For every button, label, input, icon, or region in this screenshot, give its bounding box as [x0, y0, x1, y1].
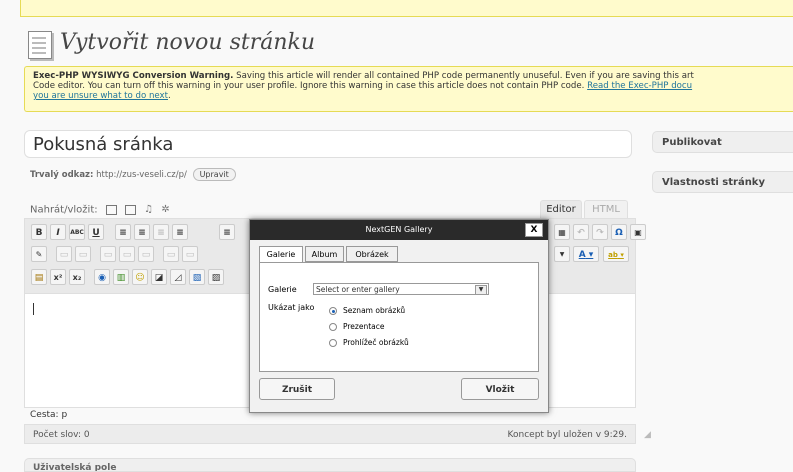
add-image-icon[interactable] — [105, 204, 117, 215]
numbered-list-button[interactable]: ≡ — [134, 224, 150, 240]
emoticon-icon[interactable]: ☺ — [132, 269, 148, 285]
text-caret — [33, 303, 34, 315]
close-button[interactable]: X — [525, 223, 543, 237]
option-slideshow-label: Prezentace — [343, 322, 385, 331]
fullscreen-icon[interactable]: ▣ — [630, 224, 646, 240]
radio-slideshow[interactable] — [329, 323, 337, 331]
option-image-list-label: Seznam obrázků — [343, 306, 406, 315]
font-color-label: A — [578, 250, 586, 260]
dim-button-2[interactable]: ▭ — [75, 246, 91, 262]
nextgen-icon[interactable]: ▨ — [208, 269, 224, 285]
page-title: Vytvořit novou stránku — [60, 30, 316, 55]
gallery-icon[interactable]: ▥ — [113, 269, 129, 285]
radio-image-list[interactable] — [329, 307, 337, 315]
draft-saved-status: Koncept byl uložen v 9:29. — [507, 430, 627, 440]
dim-button-4[interactable]: ▭ — [119, 246, 135, 262]
chevron-down-icon[interactable]: ▼ — [475, 285, 487, 295]
warning-text-1: Saving this article will render all cont… — [233, 71, 694, 81]
warning-strong: Exec-PHP WYSIWYG Conversion Warning. — [33, 71, 234, 81]
upload-insert-label: Nahrát/vložit: — [30, 204, 98, 216]
underline-button[interactable]: U — [88, 224, 104, 240]
add-audio-icon[interactable]: ♫ — [144, 204, 153, 215]
post-title-input[interactable]: Pokusná sránka — [24, 130, 632, 158]
redo-icon[interactable]: ↷ — [592, 224, 608, 240]
cancel-button[interactable]: Zrušit — [259, 378, 335, 400]
gallery-select[interactable]: Select or enter gallery ▼ — [313, 283, 489, 295]
warning-tail: . — [168, 91, 171, 101]
gallery-select-value: Select or enter gallery — [316, 285, 400, 294]
resize-grip-icon[interactable]: ◢ — [644, 430, 654, 440]
insert-button[interactable]: Vložit — [461, 378, 539, 400]
font-color-button[interactable]: A ▾ — [573, 246, 599, 262]
tab-obrazek[interactable]: Obrázek — [346, 246, 398, 262]
dim-button-1[interactable]: ▭ — [56, 246, 72, 262]
page-icon — [28, 31, 52, 59]
show-as-label: Ukázat jako — [268, 303, 315, 312]
dim-button-3[interactable]: ▭ — [100, 246, 116, 262]
add-video-icon[interactable] — [124, 204, 136, 215]
tab-html[interactable]: HTML — [584, 200, 628, 219]
undo-icon[interactable]: ↶ — [573, 224, 589, 240]
dim-button-5[interactable]: ▭ — [138, 246, 154, 262]
option-image-browser-label: Prohlížeč obrázků — [343, 338, 409, 347]
dim-button-6[interactable]: ▭ — [163, 246, 179, 262]
paste-word-icon[interactable]: ▤ — [31, 269, 47, 285]
what-to-do-link[interactable]: you are unsure what to do next — [33, 91, 168, 101]
help-icon[interactable]: ◉ — [94, 269, 110, 285]
media-icon[interactable]: ◪ — [151, 269, 167, 285]
warning-text-2: Code editor. You can turn off this warni… — [33, 81, 588, 91]
permalink-row: Trvalý odkaz: http://zus-veseli.cz/p/ Up… — [30, 168, 236, 181]
background-color-button[interactable]: ab ▾ — [603, 246, 629, 262]
eraser-icon[interactable]: ◿ — [170, 269, 186, 285]
add-media-icon[interactable]: ✲ — [161, 204, 169, 215]
permalink-label: Trvalý odkaz: — [30, 170, 94, 180]
permalink-url: http://zus-veseli.cz/p/ — [96, 170, 187, 180]
bold-button[interactable]: B — [31, 224, 47, 240]
tab-album[interactable]: Album — [305, 246, 344, 262]
italic-button[interactable]: I — [50, 224, 66, 240]
insert-table-icon[interactable]: ▦ — [554, 224, 570, 240]
word-count: Počet slov: 0 — [33, 430, 90, 440]
editor-status-bar: Počet slov: 0 Koncept byl uložen v 9:29. — [24, 424, 636, 444]
exec-php-docs-link[interactable]: Read the Exec-PHP docu — [587, 81, 692, 91]
exec-php-warning: Exec-PHP WYSIWYG Conversion Warning. Sav… — [24, 66, 793, 112]
tab-galerie[interactable]: Galerie — [259, 246, 303, 263]
page-attributes-box-header[interactable]: Vlastnosti stránky — [652, 171, 793, 193]
dialog-title: NextGEN Gallery — [250, 220, 548, 240]
edit-permalink-button[interactable]: Upravit — [192, 168, 236, 181]
background-color-label: ab — [608, 251, 618, 259]
outdent-button[interactable]: ≡ — [153, 224, 169, 240]
dropdown-arrow-icon[interactable]: ▼ — [554, 246, 570, 262]
upload-insert-row: Nahrát/vložit: ♫ ✲ — [30, 204, 170, 216]
gallery-label: Galerie — [268, 285, 297, 294]
radio-image-browser[interactable] — [329, 339, 337, 347]
bullet-list-button[interactable]: ≡ — [115, 224, 131, 240]
edit-icon[interactable]: ✎ — [31, 246, 47, 262]
tab-visual-editor[interactable]: Editor — [540, 200, 582, 219]
indent-button[interactable]: ≡ — [172, 224, 188, 240]
dim-button-7[interactable]: ▭ — [182, 246, 198, 262]
top-notice-strip — [20, 0, 793, 17]
align-left-button[interactable]: ≡ — [219, 224, 235, 240]
image-icon[interactable]: ▧ — [189, 269, 205, 285]
special-char-icon[interactable]: Ω — [611, 224, 627, 240]
superscript-button[interactable]: x² — [50, 269, 66, 285]
strikethrough-button[interactable]: ABC — [69, 224, 85, 240]
subscript-button[interactable]: x₂ — [69, 269, 85, 285]
nextgen-gallery-dialog: NextGEN Gallery X Galerie Album Obrázek … — [249, 219, 549, 413]
publish-box-header[interactable]: Publikovat — [652, 131, 793, 153]
dialog-panel: Galerie Select or enter gallery ▼ Ukázat… — [259, 262, 539, 372]
